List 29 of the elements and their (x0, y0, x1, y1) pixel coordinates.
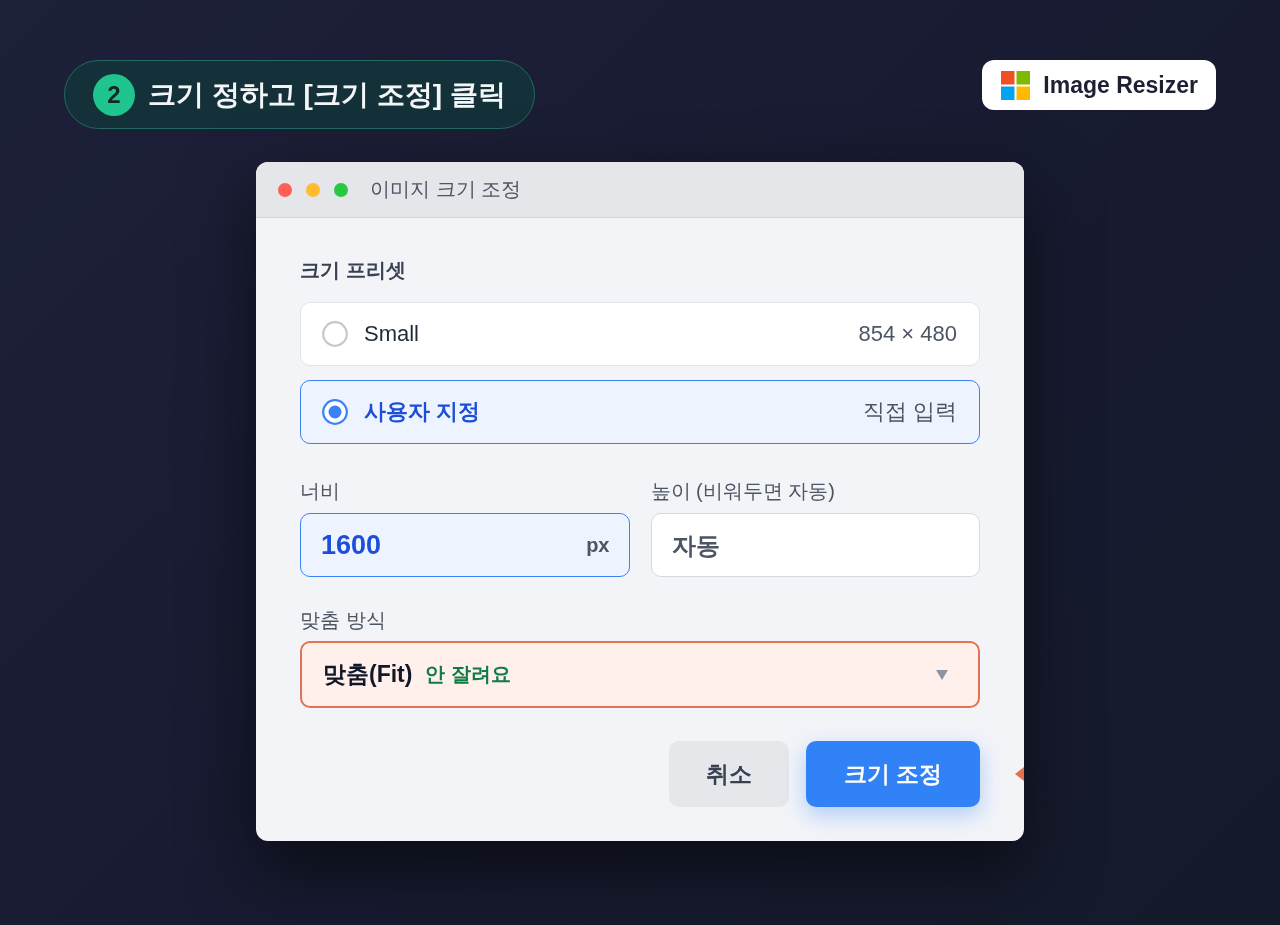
submit-button[interactable]: 크기 조정 (806, 741, 980, 807)
field-label: 맞춤 방식 (300, 608, 386, 632)
option-label: Small (364, 321, 419, 347)
window-control-icon[interactable] (306, 182, 320, 197)
brand-name: Image Resizer (1043, 71, 1198, 99)
window-control-icon[interactable] (334, 182, 348, 197)
select-note: 안 잘려요 (425, 662, 511, 687)
input-field[interactable]: 자동 (650, 513, 980, 577)
radio-icon (322, 321, 348, 347)
dropdown-select[interactable]: 맞춤(Fit) 안 잘려요 (300, 641, 980, 708)
pointer-triangle-icon (1015, 767, 1024, 781)
section-label: 크기 프리셋 (300, 258, 406, 282)
radio-icon (322, 399, 348, 425)
option-detail: 직접 입력 (862, 398, 957, 426)
field-label: 너비 (300, 479, 340, 503)
preset-option[interactable]: Small 854 × 480 (300, 302, 980, 366)
option-detail: 854 × 480 (858, 321, 957, 347)
grid-logo-icon (1001, 70, 1031, 100)
cancel-button[interactable]: 취소 (669, 741, 789, 807)
option-label: 사용자 지정 (364, 398, 481, 426)
caret-icon (936, 669, 948, 680)
select-value: 맞춤(Fit) (323, 660, 413, 689)
unit-label: px (586, 533, 610, 557)
window-title: 이미지 크기 조정 (370, 177, 522, 202)
window-control-icon[interactable] (278, 182, 292, 197)
step-title: 크기 정하고 [크기 조정] 클릭 (148, 77, 506, 112)
preset-option[interactable]: 사용자 지정 직접 입력 (300, 380, 980, 444)
step-number: 2 (93, 73, 135, 116)
field-label: 높이 (비워두면 자동) (650, 479, 835, 503)
